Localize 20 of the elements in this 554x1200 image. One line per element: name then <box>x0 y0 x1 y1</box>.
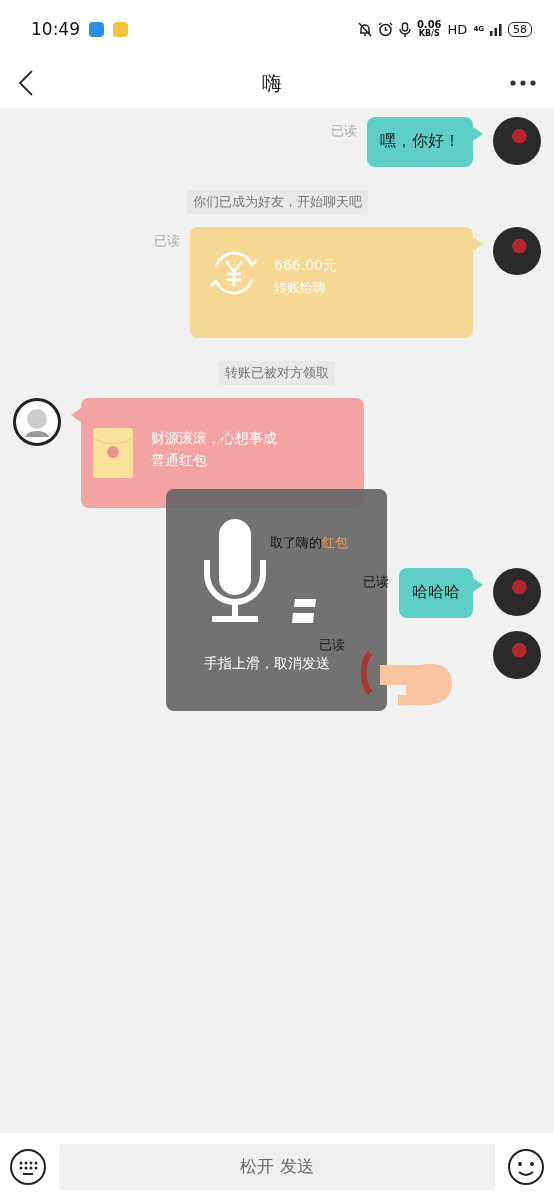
envelope-type-label: 普通红包 <box>151 452 208 470</box>
network-speed: 0.06 <box>416 20 442 30</box>
speed-unit: KB/S <box>418 30 440 38</box>
system-notice: 你们已成为好友，开始聊天吧 <box>186 190 368 214</box>
transfer-note: 转账给嗨 <box>274 279 327 297</box>
chat-title: 嗨 <box>262 69 282 97</box>
read-receipt: 已读 <box>331 122 357 140</box>
hold-to-talk-button[interactable]: 松开 发送 <box>59 1143 495 1190</box>
read-receipt: 已读 <box>154 232 180 250</box>
message-bubble[interactable]: 嘿，你好！ <box>367 117 473 167</box>
envelope-greeting: 财源滚滚，心想事成 <box>151 430 277 448</box>
clock: 10:49 <box>31 19 80 39</box>
read-receipt: 已读 <box>319 636 345 654</box>
transfer-amount: 666.00元 <box>274 257 337 275</box>
system-notice: 转账已被对方领取 <box>219 361 335 385</box>
cancel-hint: 手指上滑，取消发送 <box>204 655 330 673</box>
message-bubble[interactable]: 哈哈哈 <box>399 568 473 618</box>
hd-indicator: HD <box>447 21 468 37</box>
battery-level: 58 <box>508 21 532 37</box>
system-notice: 取了嗨的红包 <box>270 534 348 552</box>
